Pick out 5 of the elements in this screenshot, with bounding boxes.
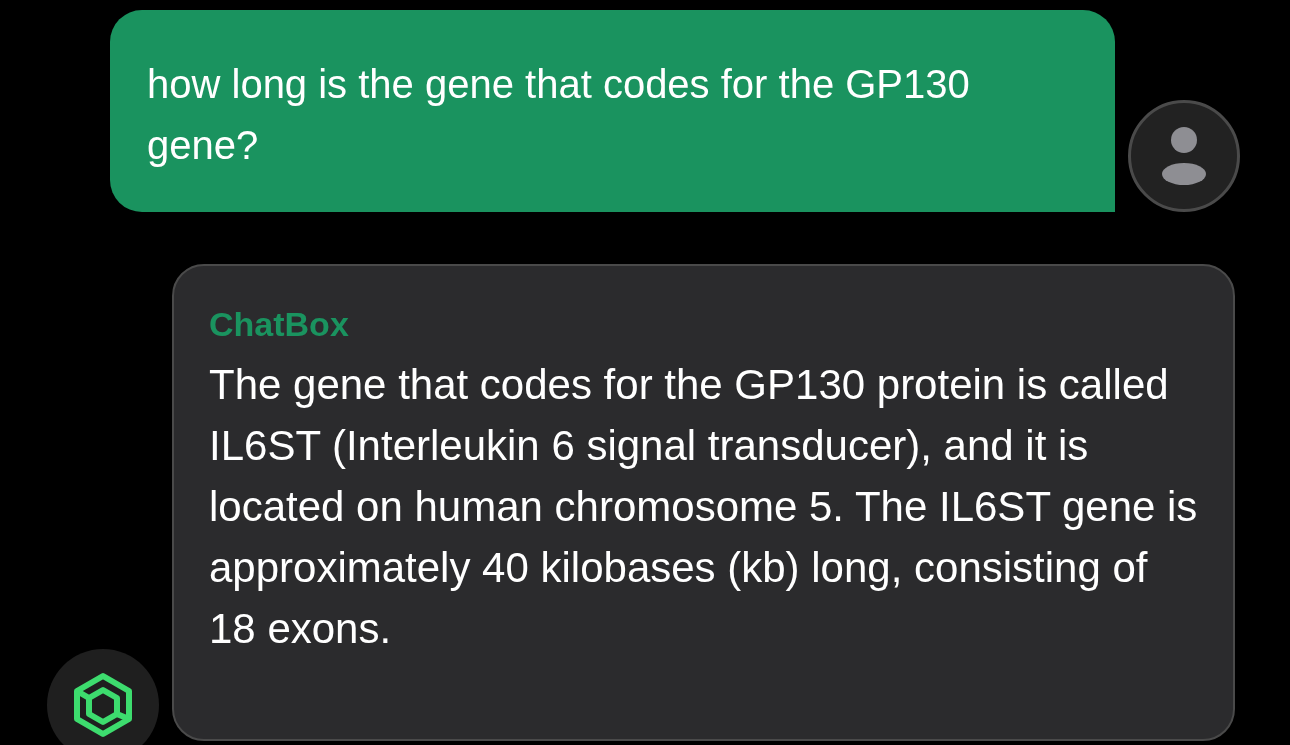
- person-icon: [1161, 126, 1207, 186]
- bot-message: The gene that codes for the GP130 protein is called IL6ST (Interleukin 6 signal transducer), and it is located on human chromosome 5. The IL6ST gene is approximately 40 kilobases (kb) long, consisting of 18 exons.: [209, 360, 1199, 654]
- hexagon-logo-icon: [71, 672, 135, 738]
- sender-name: ChatBox: [209, 304, 350, 345]
- user-message: how long is the gene that codes for the GP130 gene?: [110, 10, 1115, 212]
